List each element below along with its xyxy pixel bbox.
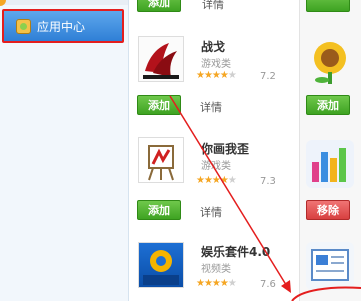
detail-link[interactable]: 详情 bbox=[200, 99, 222, 115]
document-graphic bbox=[311, 249, 349, 281]
app-list: 添加 详情 战戈 游戏类 ★★★★★ 7.2 添加 详情 你画我歪 游戏类 ★★… bbox=[129, 0, 361, 301]
zhange-icon bbox=[139, 37, 183, 81]
next-app-column: 添加 移除 bbox=[300, 0, 361, 301]
app-center-icon bbox=[16, 18, 31, 34]
app-icon-yule[interactable] bbox=[138, 242, 184, 288]
rating-score: 7.3 bbox=[260, 176, 276, 187]
bar-chart-icon[interactable] bbox=[306, 140, 354, 188]
toolbar-fragment bbox=[0, 0, 128, 5]
app-category: 游戏类 bbox=[201, 161, 231, 172]
rating-stars: ★★★★★ bbox=[196, 175, 237, 186]
app-name: 娱乐套件4.0 bbox=[201, 245, 271, 259]
app-category: 视频类 bbox=[201, 264, 231, 275]
add-button[interactable]: 添加 bbox=[306, 95, 350, 115]
app-name: 战戈 bbox=[201, 40, 226, 54]
rating-stars: ★★★★★ bbox=[196, 278, 237, 289]
detail-link[interactable]: 详情 bbox=[200, 204, 222, 220]
detail-link[interactable]: 详情 bbox=[202, 0, 224, 12]
app-category: 游戏类 bbox=[201, 59, 231, 70]
sidebar-item-label: 应用中心 bbox=[37, 19, 86, 34]
sunflower-icon[interactable] bbox=[306, 38, 354, 86]
sunflower-icon-graphic bbox=[314, 42, 346, 84]
bar-chart-graphic bbox=[312, 148, 346, 182]
app-icon-zhange[interactable] bbox=[138, 36, 184, 82]
remove-button[interactable]: 移除 bbox=[306, 200, 350, 220]
add-button[interactable]: 添加 bbox=[137, 95, 181, 115]
app-icon-nihuawowai[interactable] bbox=[138, 137, 184, 183]
easel-icon bbox=[148, 145, 174, 181]
sidebar-item-app-center[interactable]: 应用中心 bbox=[2, 9, 124, 43]
sidebar: 应用中心 bbox=[0, 0, 129, 301]
rating-stars: ★★★★★ bbox=[196, 70, 237, 81]
media-icon bbox=[143, 250, 179, 285]
add-button[interactable] bbox=[306, 0, 350, 12]
add-button[interactable]: 添加 bbox=[137, 0, 181, 12]
app-name: 你画我歪 bbox=[201, 142, 250, 156]
rating-score: 7.2 bbox=[260, 71, 276, 82]
add-button[interactable]: 添加 bbox=[137, 200, 181, 220]
document-icon[interactable] bbox=[306, 242, 354, 290]
logo-icon bbox=[0, 0, 6, 6]
rating-score: 7.6 bbox=[260, 279, 276, 290]
